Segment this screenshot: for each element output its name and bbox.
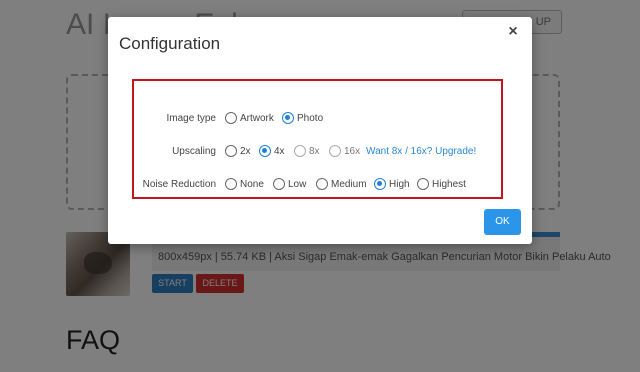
upscaling-label: Upscaling xyxy=(172,146,216,157)
radio-low[interactable]: Low xyxy=(273,177,306,193)
upscaling-row: Upscaling 2x 4x 8x 16x Want 8x / 16x? Up… xyxy=(134,144,505,160)
radio-16x[interactable]: 16x xyxy=(329,144,360,160)
radio-icon xyxy=(294,145,306,157)
noise-reduction-label: Noise Reduction xyxy=(142,179,216,190)
radio-8x[interactable]: 8x xyxy=(294,144,320,160)
upgrade-link[interactable]: Want 8x / 16x? Upgrade! xyxy=(366,146,476,157)
ok-button[interactable]: OK xyxy=(484,209,521,235)
radio-selected-icon xyxy=(282,112,294,124)
noise-reduction-row: Noise Reduction None Low Medium High Hig… xyxy=(134,177,505,193)
radio-artwork[interactable]: Artwork xyxy=(225,111,274,127)
close-icon[interactable]: × xyxy=(506,24,520,40)
radio-icon xyxy=(273,178,285,190)
image-type-row: Image type Artwork Photo xyxy=(134,111,505,127)
radio-medium[interactable]: Medium xyxy=(316,177,367,193)
radio-photo[interactable]: Photo xyxy=(282,111,323,127)
radio-selected-icon xyxy=(374,178,386,190)
radio-4x[interactable]: 4x xyxy=(259,144,285,160)
configuration-dialog: Configuration × Image type Artwork Photo… xyxy=(108,17,532,244)
dialog-title: Configuration xyxy=(119,34,221,53)
radio-icon xyxy=(225,112,237,124)
radio-icon xyxy=(225,145,237,157)
radio-none[interactable]: None xyxy=(225,177,264,193)
radio-selected-icon xyxy=(259,145,271,157)
radio-icon xyxy=(316,178,328,190)
radio-icon xyxy=(329,145,341,157)
radio-highest[interactable]: Highest xyxy=(417,177,466,193)
settings-highlight-box: Image type Artwork Photo Upscaling 2x 4x… xyxy=(132,79,503,199)
radio-icon xyxy=(417,178,429,190)
radio-2x[interactable]: 2x xyxy=(225,144,251,160)
image-type-label: Image type xyxy=(166,113,216,124)
radio-high[interactable]: High xyxy=(374,177,410,193)
radio-icon xyxy=(225,178,237,190)
